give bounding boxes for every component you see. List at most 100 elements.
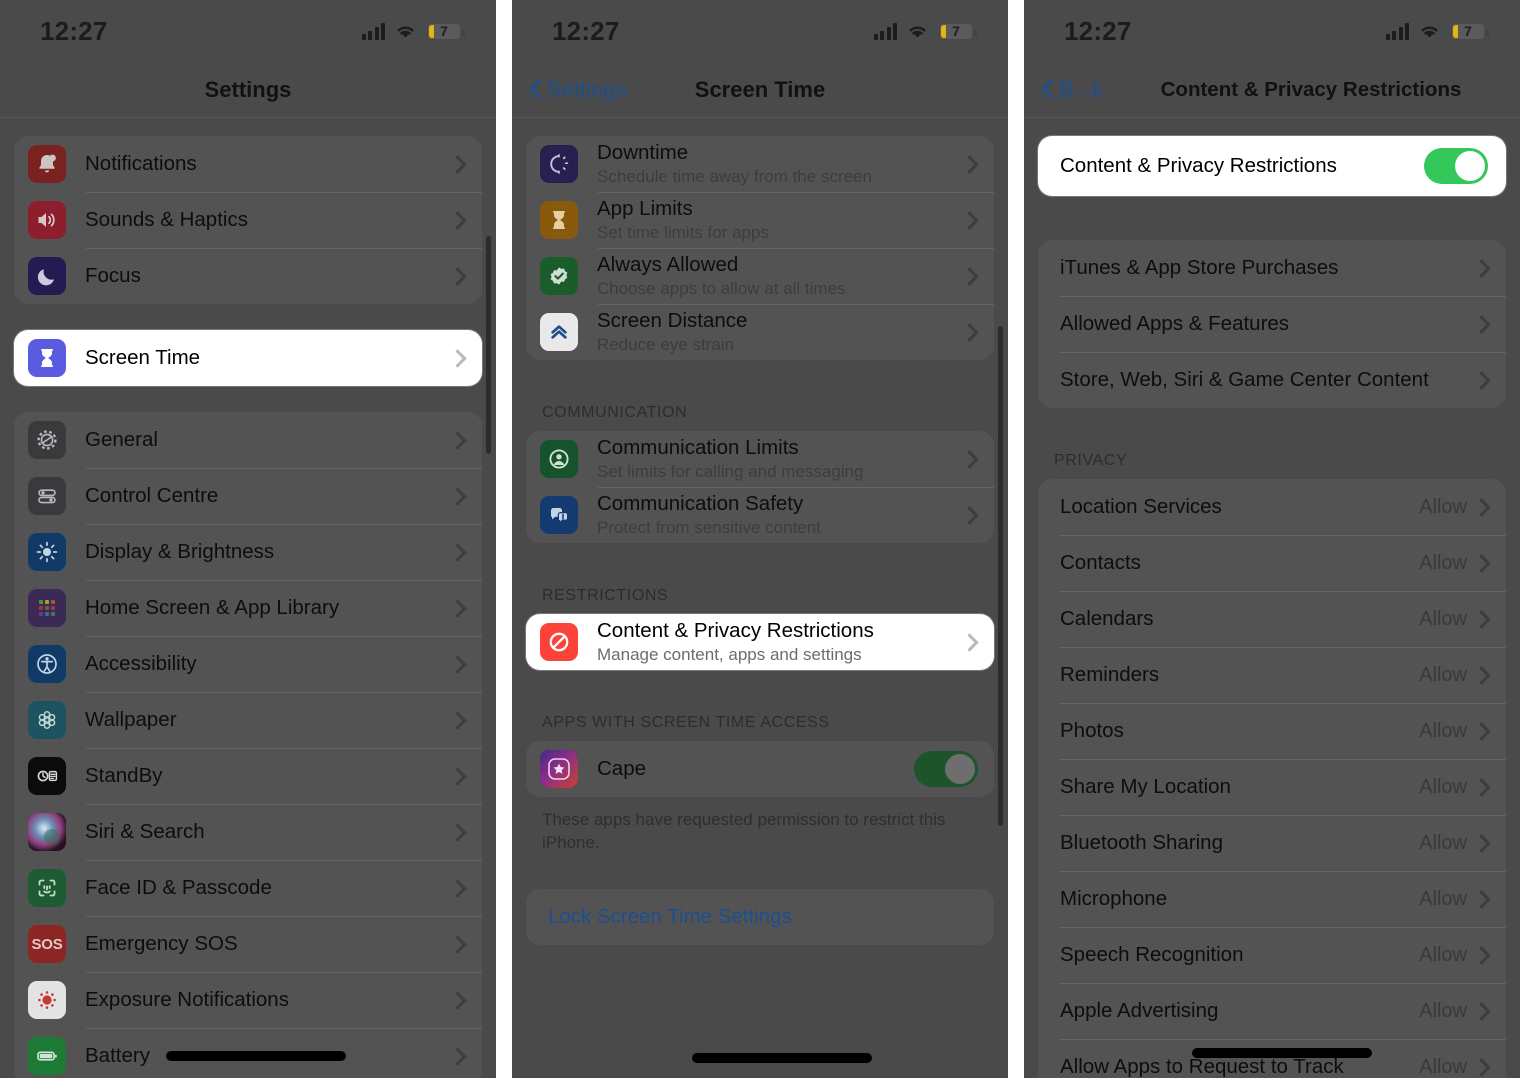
page-title: Settings (204, 76, 292, 102)
privacy-group: Location Services Allow Contacts Allow C… (1038, 479, 1506, 1078)
row-label: Focus (85, 264, 141, 288)
list-item-communication-safety[interactable]: Communication Safety Protect from sensit… (526, 487, 994, 543)
list-item-allow-apps-request-track[interactable]: Allow Apps to Request to Track Allow (1038, 1039, 1506, 1078)
lock-screen-time-settings-row[interactable]: Lock Screen Time Settings (526, 889, 994, 945)
list-item-bluetooth-sharing[interactable]: Bluetooth Sharing Allow (1038, 815, 1506, 871)
scroll-indicator[interactable] (998, 326, 1003, 826)
chevron-right-icon (455, 711, 466, 729)
master-toggle-highlight[interactable]: Content & Privacy Restrictions (1038, 136, 1506, 196)
chevron-right-icon (455, 879, 466, 897)
focus-icon (28, 257, 66, 295)
section-header-communication: COMMUNICATION (542, 404, 688, 421)
list-item-photos[interactable]: Photos Allow (1038, 703, 1506, 759)
chevron-right-icon (455, 487, 466, 505)
row-label: Contacts (1060, 551, 1141, 575)
chevron-right-icon (1479, 315, 1490, 333)
row-value: Allow (1419, 551, 1467, 574)
list-item-communication-limits[interactable]: Communication Limits Set limits for call… (526, 431, 994, 487)
row-value: Allow (1419, 999, 1467, 1022)
screen-time-scroll[interactable]: Downtime Schedule time away from the scr… (512, 118, 1008, 1078)
chevron-left-icon (530, 80, 541, 99)
sidebar-item-accessibility[interactable]: Accessibility (14, 636, 482, 692)
settings-scroll[interactable]: Notifications Sounds & Haptics Focus Scr… (0, 118, 496, 1078)
row-subtitle: Manage content, apps and settings (597, 645, 862, 665)
row-label: Calendars (1060, 607, 1154, 631)
row-subtitle: Protect from sensitive content (597, 518, 821, 538)
sidebar-item-focus[interactable]: Focus (14, 248, 482, 304)
list-item-content-privacy-highlight[interactable]: Content & Privacy Restrictions Manage co… (526, 614, 994, 670)
content-privacy-master-row[interactable]: Content & Privacy Restrictions (1038, 136, 1506, 196)
sidebar-item-sounds-haptics[interactable]: Sounds & Haptics (14, 192, 482, 248)
chevron-right-icon (1479, 722, 1490, 740)
siri-search-icon (28, 813, 66, 851)
nav-bar-content-privacy: B...k Content & Privacy Restrictions (1024, 62, 1520, 118)
sidebar-item-control-centre[interactable]: Control Centre (14, 468, 482, 524)
battery-icon (28, 1037, 66, 1075)
row-label: Reminders (1060, 663, 1160, 687)
list-item-reminders[interactable]: Reminders Allow (1038, 647, 1506, 703)
settings-group-1: Notifications Sounds & Haptics Focus (14, 136, 482, 304)
cape-toggle[interactable] (914, 751, 978, 787)
list-item-apple-advertising[interactable]: Apple Advertising Allow (1038, 983, 1506, 1039)
sidebar-item-emergency-sos[interactable]: SOS Emergency SOS (14, 916, 482, 972)
status-indicators: 7 (873, 21, 977, 41)
sidebar-item-display-brightness[interactable]: Display & Brightness (14, 524, 482, 580)
scroll-indicator[interactable] (486, 236, 491, 454)
list-item-app-limits[interactable]: App Limits Set time limits for apps (526, 192, 994, 248)
sidebar-item-general[interactable]: General (14, 412, 482, 468)
row-label: Display & Brightness (85, 540, 275, 564)
chevron-right-icon (967, 633, 978, 651)
sidebar-item-wallpaper[interactable]: Wallpaper (14, 692, 482, 748)
panel-screen-time: 12:27 7 Settings Screen Time Downtime Sc… (512, 0, 1008, 1078)
standby-icon (28, 757, 66, 795)
list-item-content-privacy[interactable]: Content & Privacy Restrictions Manage co… (526, 614, 994, 670)
back-button[interactable]: Settings (530, 77, 627, 103)
status-indicators: 7 (1385, 21, 1489, 41)
home-indicator-redaction (1192, 1048, 1372, 1058)
sidebar-item-standby[interactable]: StandBy (14, 748, 482, 804)
status-clock: 12:27 (552, 15, 620, 46)
row-subtitle: Set time limits for apps (597, 223, 769, 243)
panel-content-privacy: 12:27 7 B...k Content & Privacy Restrict… (1024, 0, 1520, 1078)
content-privacy-toggle[interactable] (1424, 148, 1488, 184)
list-item-speech-recognition[interactable]: Speech Recognition Allow (1038, 927, 1506, 983)
battery-indicator: 7 (426, 21, 465, 41)
list-item-store-web-siri[interactable]: Store, Web, Siri & Game Center Content (1038, 352, 1506, 408)
sidebar-item-screen-time-highlight[interactable]: Screen Time (14, 330, 482, 386)
row-label: Accessibility (85, 652, 197, 676)
display-brightness-icon (28, 533, 66, 571)
sidebar-item-notifications[interactable]: Notifications (14, 136, 482, 192)
chevron-right-icon (455, 655, 466, 673)
back-button[interactable]: B...k (1042, 77, 1103, 103)
row-label: Home Screen & App Library (85, 596, 340, 620)
list-item-cape[interactable]: Cape (526, 741, 994, 797)
wifi-icon (394, 23, 417, 40)
screen-time-group-2: Communication Limits Set limits for call… (526, 431, 994, 543)
sidebar-item-exposure-notifications[interactable]: Exposure Notifications (14, 972, 482, 1028)
panel-settings: 12:27 7 Settings Notifications Sounds & … (0, 0, 496, 1078)
list-item-downtime[interactable]: Downtime Schedule time away from the scr… (526, 136, 994, 192)
face-id-icon (28, 869, 66, 907)
content-privacy-scroll[interactable]: Content & Privacy Restrictions iTunes & … (1024, 118, 1520, 1078)
panel-divider-1 (496, 0, 512, 1078)
list-item-allowed-apps[interactable]: Allowed Apps & Features (1038, 296, 1506, 352)
sidebar-item-face-id[interactable]: Face ID & Passcode (14, 860, 482, 916)
list-item-location-services[interactable]: Location Services Allow (1038, 479, 1506, 535)
row-label: Communication Safety (597, 491, 804, 515)
sidebar-item-siri-search[interactable]: Siri & Search (14, 804, 482, 860)
sidebar-item-home-screen[interactable]: Home Screen & App Library (14, 580, 482, 636)
list-item-share-my-location[interactable]: Share My Location Allow (1038, 759, 1506, 815)
list-item-calendars[interactable]: Calendars Allow (1038, 591, 1506, 647)
list-item-always-allowed[interactable]: Always Allowed Choose apps to allow at a… (526, 248, 994, 304)
list-item-contacts[interactable]: Contacts Allow (1038, 535, 1506, 591)
row-value: Allow (1419, 663, 1467, 686)
list-item-itunes-purchases[interactable]: iTunes & App Store Purchases (1038, 240, 1506, 296)
sidebar-item-screen-time[interactable]: Screen Time (14, 330, 482, 386)
list-item-microphone[interactable]: Microphone Allow (1038, 871, 1506, 927)
row-label: Location Services (1060, 495, 1222, 519)
list-item-screen-distance[interactable]: Screen Distance Reduce eye strain (526, 304, 994, 360)
row-label: Photos (1060, 719, 1124, 743)
cape-app-icon (540, 750, 578, 788)
accessibility-icon (28, 645, 66, 683)
row-value: Allow (1419, 775, 1467, 798)
